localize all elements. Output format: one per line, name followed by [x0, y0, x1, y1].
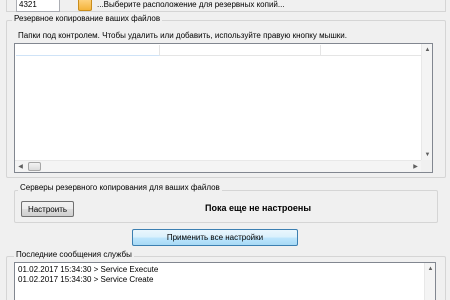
- log-line: 01.02.2017 15:34:30 > Service Execute: [18, 265, 159, 274]
- chevron-left-icon[interactable]: ◀: [15, 161, 26, 172]
- column-header-1[interactable]: [16, 45, 160, 56]
- service-messages-group-title: Последние сообщения службы: [14, 250, 134, 260]
- folders-hint-text: Папки под контролем. Чтобы удалить или д…: [18, 31, 347, 40]
- apply-all-settings-button[interactable]: Применить все настройки: [132, 229, 298, 246]
- scrollbar-corner: [421, 160, 432, 172]
- log-vertical-scrollbar[interactable]: ▲: [424, 263, 435, 300]
- chevron-up-icon[interactable]: ▲: [425, 263, 436, 274]
- backup-location-label[interactable]: ...Выберите расположение для резервных к…: [97, 0, 285, 11]
- log-line: 01.02.2017 15:34:30 > Service Create: [18, 275, 154, 284]
- folder-icon[interactable]: [78, 0, 92, 11]
- service-messages-log[interactable]: 01.02.2017 15:34:30 > Service Execute 01…: [14, 262, 436, 300]
- monitored-folders-list[interactable]: ▲ ▼ ◀ ▶: [14, 43, 433, 173]
- chevron-right-icon[interactable]: ▶: [410, 161, 421, 172]
- backup-settings-window: 4321 ...Выберите расположение для резерв…: [0, 0, 450, 300]
- chevron-down-icon[interactable]: ▼: [422, 149, 433, 160]
- backup-servers-group-title: Серверы резервного копирования для ваших…: [18, 183, 222, 193]
- configure-button[interactable]: Настроить: [21, 201, 74, 217]
- vertical-scrollbar[interactable]: ▲ ▼: [421, 44, 432, 160]
- column-header-2[interactable]: [161, 45, 321, 56]
- port-input[interactable]: 4321: [16, 0, 60, 12]
- chevron-up-icon[interactable]: ▲: [422, 44, 433, 55]
- horizontal-scroll-thumb[interactable]: [28, 162, 41, 171]
- backup-files-group-title: Резервное копирование ваших файлов: [12, 14, 163, 24]
- servers-status-text: Пока еще не настроены: [205, 203, 312, 213]
- list-header: [16, 45, 422, 56]
- horizontal-scrollbar[interactable]: ◀ ▶: [15, 160, 421, 172]
